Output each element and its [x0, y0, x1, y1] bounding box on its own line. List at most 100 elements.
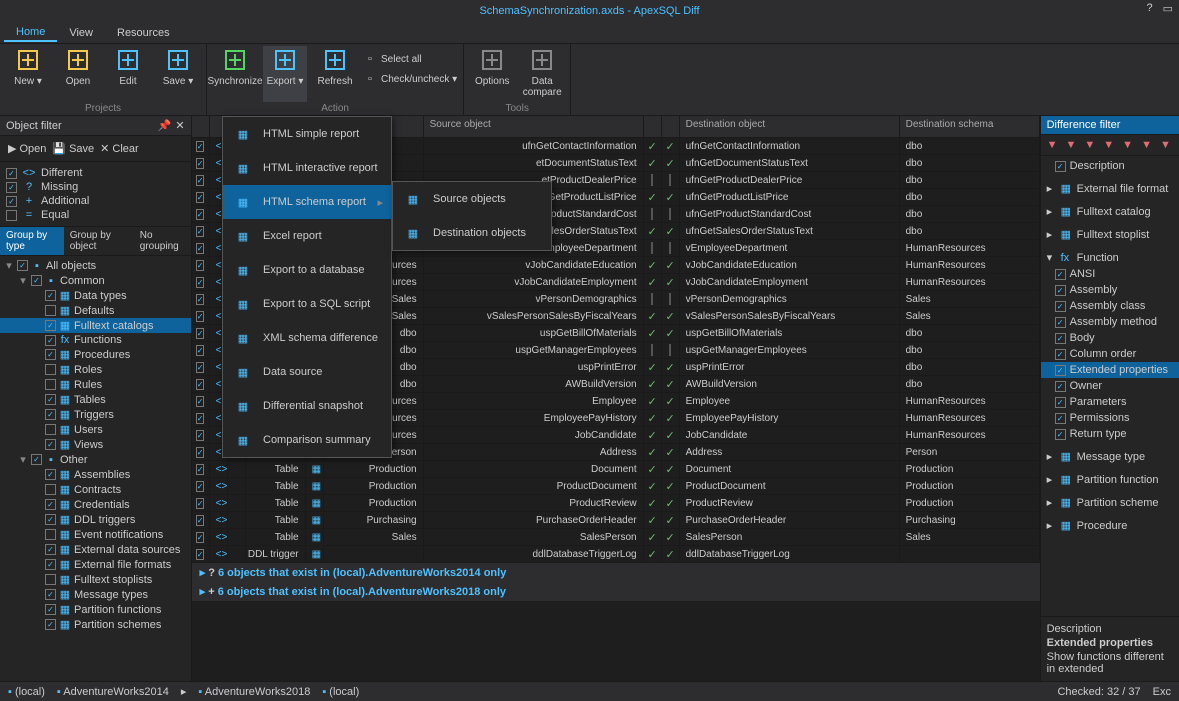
diff-fulltext-stoplist[interactable]: ▸▦Fulltext stoplist: [1041, 226, 1179, 243]
restore-icon[interactable]: ▭: [1163, 2, 1173, 15]
save-button[interactable]: Save ▾: [156, 46, 200, 102]
grid-row[interactable]: ✓<>Table▦PurchasingPurchaseOrderHeader✓✓…: [192, 512, 1040, 529]
filter-different[interactable]: ✓<>Different: [6, 166, 185, 180]
diff-column-order[interactable]: ✓Column order: [1041, 346, 1179, 362]
edit-button[interactable]: Edit: [106, 46, 150, 102]
tree-rules[interactable]: ▦Rules: [0, 377, 191, 392]
col-8[interactable]: [662, 116, 680, 137]
tree-users[interactable]: ▦Users: [0, 422, 191, 437]
open-button[interactable]: Open: [56, 46, 100, 102]
col-6[interactable]: Source object: [424, 116, 644, 137]
export-button[interactable]: Export ▾: [263, 46, 307, 102]
grid-row[interactable]: ✓<>Table▦SalesSalesPerson✓✓SalesPersonSa…: [192, 529, 1040, 546]
status-item[interactable]: ▪ AdventureWorks2014: [57, 686, 169, 698]
tree-fulltext-stoplists[interactable]: ▦Fulltext stoplists: [0, 572, 191, 587]
filter-icon[interactable]: ▼: [1047, 139, 1058, 151]
export-xml-schema-difference[interactable]: ▦XML schema difference: [223, 321, 391, 355]
tree-message-types[interactable]: ✓▦Message types: [0, 587, 191, 602]
sub-destination-objects[interactable]: ▦Destination objects: [393, 216, 551, 250]
tree-all-objects[interactable]: ▾✓▪All objects: [0, 258, 191, 273]
filter-additional[interactable]: ✓+Additional: [6, 194, 185, 208]
diff-assembly-method[interactable]: ✓Assembly method: [1041, 314, 1179, 330]
tree-functions[interactable]: ✓fxFunctions: [0, 333, 191, 347]
export-differential-snapshot[interactable]: ▦Differential snapshot: [223, 389, 391, 423]
col-9[interactable]: Destination object: [680, 116, 900, 137]
of-save[interactable]: 💾Save: [52, 142, 94, 155]
selectall-button[interactable]: ▫Select all: [363, 50, 457, 68]
status-item[interactable]: ▪ (local): [8, 686, 45, 698]
close-icon[interactable]: ✕: [175, 119, 184, 132]
export-comparison-summary[interactable]: ▦Comparison summary: [223, 423, 391, 457]
diff-message-type[interactable]: ▸▦Message type: [1041, 448, 1179, 465]
tree-partition-schemes[interactable]: ✓▦Partition schemes: [0, 617, 191, 632]
diff-assembly[interactable]: ✓Assembly: [1041, 282, 1179, 298]
checkuncheck-button[interactable]: ▫Check/uncheck ▾: [363, 70, 457, 88]
col-0[interactable]: [192, 116, 210, 137]
grid-row[interactable]: ✓<>Table▦ProductionProductReview✓✓Produc…: [192, 495, 1040, 512]
diff-partition-scheme[interactable]: ▸▦Partition scheme: [1041, 494, 1179, 511]
help-icon[interactable]: ?: [1146, 2, 1152, 15]
tab-home[interactable]: Home: [4, 24, 57, 42]
status-item[interactable]: ▪ (local): [322, 686, 359, 698]
diff-description[interactable]: ✓Description: [1041, 158, 1179, 174]
diff-procedure[interactable]: ▸▦Procedure: [1041, 517, 1179, 534]
tree-common[interactable]: ▾✓▪Common: [0, 273, 191, 288]
export-export-to-a-database[interactable]: ▦Export to a database: [223, 253, 391, 287]
diff-parameters[interactable]: ✓Parameters: [1041, 394, 1179, 410]
diff-partition-function[interactable]: ▸▦Partition function: [1041, 471, 1179, 488]
new-button[interactable]: New ▾: [6, 46, 50, 102]
col-10[interactable]: Destination schema: [900, 116, 1040, 137]
tree-views[interactable]: ✓▦Views: [0, 437, 191, 452]
group-row[interactable]: ▸ + 6 objects that exist in (local).Adve…: [192, 582, 1040, 601]
tree-external-file-formats[interactable]: ✓▦External file formats: [0, 557, 191, 572]
tree-partition-functions[interactable]: ✓▦Partition functions: [0, 602, 191, 617]
datacompare-button[interactable]: Data compare: [520, 46, 564, 102]
diff-permissions[interactable]: ✓Permissions: [1041, 410, 1179, 426]
export-html-simple-report[interactable]: ▦HTML simple report: [223, 117, 391, 151]
tree-procedures[interactable]: ✓▦Procedures: [0, 347, 191, 362]
sub-source-objects[interactable]: ▦Source objects: [393, 182, 551, 216]
of-open[interactable]: ▶Open: [8, 142, 46, 155]
tab-group-by-type[interactable]: Group by type: [0, 227, 64, 255]
filter-equal[interactable]: =Equal: [6, 208, 185, 222]
diff-fulltext-catalog[interactable]: ▸▦Fulltext catalog: [1041, 203, 1179, 220]
status-item[interactable]: ▪ AdventureWorks2018: [198, 686, 310, 698]
col-7[interactable]: [644, 116, 662, 137]
bookmark-icon[interactable]: ▼: [1066, 139, 1077, 151]
tree-other[interactable]: ▾✓▪Other: [0, 452, 191, 467]
tree-tables[interactable]: ✓▦Tables: [0, 392, 191, 407]
of-clear[interactable]: ✕Clear: [100, 142, 139, 155]
group-row[interactable]: ▸ ? 6 objects that exist in (local).Adve…: [192, 563, 1040, 582]
tree-ddl-triggers[interactable]: ✓▦DDL triggers: [0, 512, 191, 527]
export-html-schema-report[interactable]: ▦HTML schema report▸: [223, 185, 391, 219]
grid-row[interactable]: ✓<>Table▦ProductionProductDocument✓✓Prod…: [192, 478, 1040, 495]
tree-assemblies[interactable]: ✓▦Assemblies: [0, 467, 191, 482]
tree-contracts[interactable]: ▦Contracts: [0, 482, 191, 497]
funnel-icon[interactable]: ▼: [1122, 139, 1133, 151]
diff-external-file-format[interactable]: ▸▦External file format: [1041, 180, 1179, 197]
export-data-source[interactable]: ▦Data source: [223, 355, 391, 389]
tab-resources[interactable]: Resources: [105, 25, 182, 41]
diff-assembly-class[interactable]: ✓Assembly class: [1041, 298, 1179, 314]
diff-ansi[interactable]: ✓ANSI: [1041, 266, 1179, 282]
gear-icon[interactable]: ▼: [1160, 139, 1171, 151]
options-button[interactable]: Options: [470, 46, 514, 102]
diff-extended-properties[interactable]: ✓Extended properties: [1041, 362, 1179, 378]
tree-roles[interactable]: ▦Roles: [0, 362, 191, 377]
diff-body[interactable]: ✓Body: [1041, 330, 1179, 346]
tree-external-data-sources[interactable]: ✓▦External data sources: [0, 542, 191, 557]
grid-row[interactable]: ✓<>DDL trigger▦ddlDatabaseTriggerLog✓✓dd…: [192, 546, 1040, 563]
filter2-icon[interactable]: ▼: [1084, 139, 1095, 151]
filter-missing[interactable]: ✓?Missing: [6, 180, 185, 194]
tab-view[interactable]: View: [57, 25, 105, 41]
tree-defaults[interactable]: ▦Defaults: [0, 303, 191, 318]
refresh-button[interactable]: Refresh: [313, 46, 357, 102]
diff-function[interactable]: ▾fxFunction: [1041, 249, 1179, 266]
export-export-to-a-sql-script[interactable]: ▦Export to a SQL script: [223, 287, 391, 321]
tree-data-types[interactable]: ✓▦Data types: [0, 288, 191, 303]
synchronize-button[interactable]: Synchronize: [213, 46, 257, 102]
tree-fulltext-catalogs[interactable]: ✓▦Fulltext catalogs: [0, 318, 191, 333]
filter3-icon[interactable]: ▼: [1103, 139, 1114, 151]
diff-return-type[interactable]: ✓Return type: [1041, 426, 1179, 442]
tab-no-grouping[interactable]: No grouping: [134, 227, 191, 255]
